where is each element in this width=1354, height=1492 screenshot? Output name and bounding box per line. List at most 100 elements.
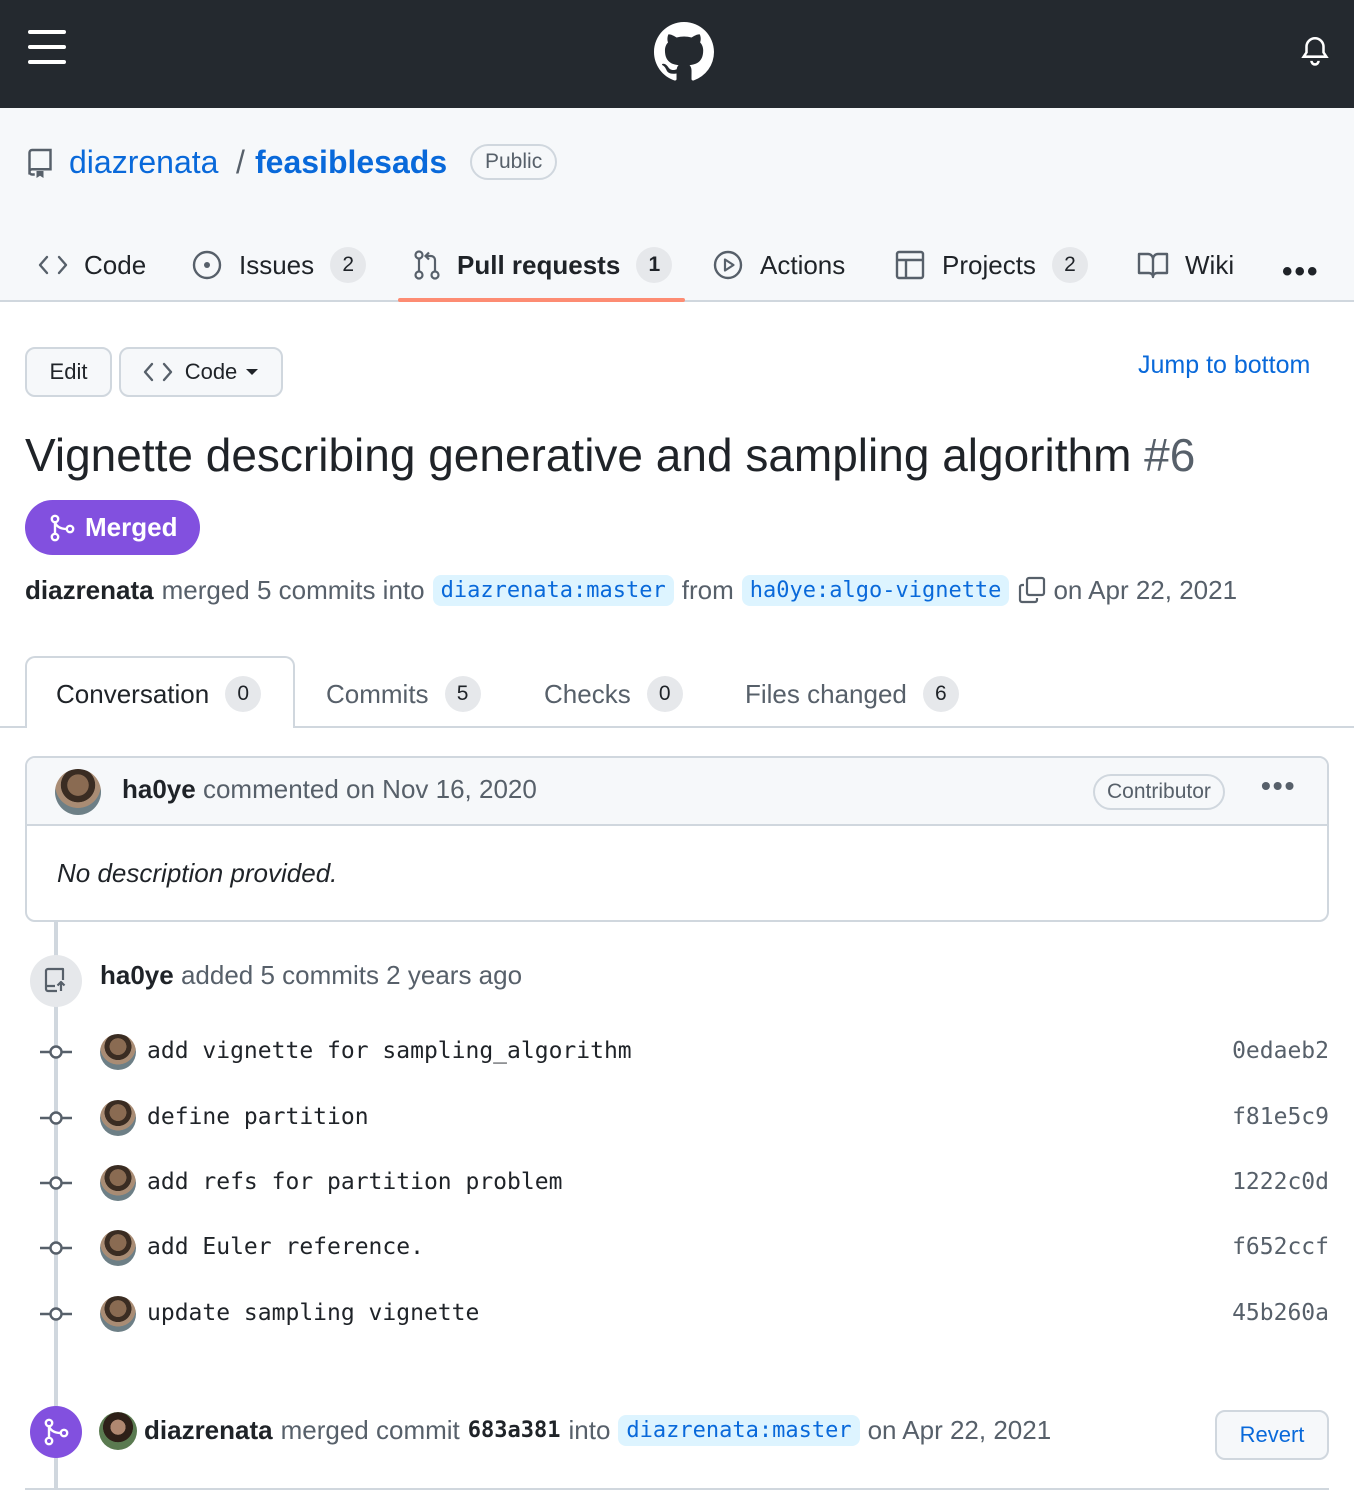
repo-push-icon: [30, 955, 82, 1007]
list-item: update sampling vignette 45b260a: [0, 1294, 1354, 1334]
head-branch-link[interactable]: ha0ye:algo-vignette: [741, 574, 1010, 606]
avatar[interactable]: [99, 1412, 137, 1450]
avatar[interactable]: [100, 1034, 136, 1070]
play-icon: [713, 250, 743, 280]
commit-message[interactable]: update sampling vignette: [147, 1300, 479, 1326]
from-text: from: [681, 574, 734, 605]
merge-commit-sha[interactable]: 683a381: [468, 1418, 561, 1443]
page-title: Vignette describing generative and sampl…: [25, 428, 1195, 482]
git-commit-icon: [40, 1307, 72, 1321]
merge-author-link[interactable]: diazrenata: [144, 1415, 273, 1446]
comment-author-line: ha0ye commented on Nov 16, 2020: [122, 774, 537, 805]
avatar[interactable]: [100, 1296, 136, 1332]
tab-commits-count: 5: [444, 676, 481, 712]
tab-commits[interactable]: Commits 5: [326, 674, 481, 714]
merge-date: on Apr 22, 2021: [1053, 574, 1238, 605]
code-button-label: Code: [184, 359, 238, 384]
pr-number: #6: [1144, 429, 1196, 481]
commit-message[interactable]: add Euler reference.: [147, 1234, 424, 1260]
git-merge-icon: [50, 514, 75, 541]
avatar[interactable]: [55, 769, 101, 815]
avatar[interactable]: [100, 1165, 136, 1201]
commit-message[interactable]: define partition: [147, 1104, 369, 1130]
nav-issues-label: Issues: [239, 249, 315, 280]
avatar[interactable]: [100, 1230, 136, 1266]
commit-sha[interactable]: 1222c0d: [1232, 1169, 1329, 1195]
copy-icon[interactable]: [1017, 575, 1047, 605]
nav-projects-count: 2: [1051, 247, 1088, 283]
repo-name-link[interactable]: feasiblesads: [255, 144, 447, 181]
nav-wiki[interactable]: Wiki: [1137, 228, 1234, 302]
nav-code-label: Code: [84, 249, 147, 280]
base-branch-link[interactable]: diazrenata:master: [432, 574, 674, 606]
github-logo-icon[interactable]: [654, 22, 714, 82]
git-commit-icon: [40, 1111, 72, 1125]
commit-message[interactable]: add refs for partition problem: [147, 1169, 562, 1195]
git-pull-request-icon: [414, 250, 440, 280]
commit-sha[interactable]: f81e5c9: [1232, 1104, 1329, 1130]
bell-icon[interactable]: [1298, 34, 1332, 68]
edit-button[interactable]: Edit: [25, 347, 112, 397]
tab-conversation[interactable]: Conversation 0: [56, 674, 262, 714]
comment-body: No description provided.: [57, 858, 338, 888]
issue-opened-icon: [192, 250, 222, 280]
code-icon: [143, 362, 172, 382]
nav-wiki-label: Wiki: [1185, 249, 1235, 280]
divider: [25, 1488, 1329, 1490]
nav-pull-requests-count: 1: [636, 247, 673, 283]
merged-text: merged 5 commits into: [161, 574, 425, 605]
status-badge: Merged: [25, 500, 200, 555]
caret-down-icon: [246, 369, 259, 375]
timeline-line-bottom: [54, 1456, 58, 1488]
commits-added-text: added 5 commits 2 years ago: [180, 960, 523, 990]
repo-owner-link[interactable]: diazrenata: [69, 144, 218, 181]
git-merge-icon: [30, 1406, 82, 1458]
merge-into-text: into: [568, 1414, 611, 1445]
nav-code[interactable]: Code: [38, 228, 146, 302]
commit-sha[interactable]: 45b260a: [1232, 1300, 1329, 1326]
commits-added-event: ha0ye added 5 commits 2 years ago: [100, 960, 522, 991]
commit-sha[interactable]: 0edaeb2: [1232, 1038, 1329, 1064]
nav-projects[interactable]: Projects 2: [894, 228, 1088, 302]
commit-message[interactable]: add vignette for sampling_algorithm: [147, 1038, 632, 1064]
list-item: add Euler reference. f652ccf: [0, 1228, 1354, 1268]
avatar[interactable]: [100, 1100, 136, 1136]
tab-commits-label: Commits: [326, 678, 429, 709]
top-header: [0, 0, 1354, 108]
repo-header: diazrenata / feasiblesads Public Code Is…: [0, 108, 1354, 302]
commit-sha[interactable]: f652ccf: [1232, 1234, 1329, 1260]
tab-conversation-count: 0: [225, 676, 262, 712]
list-item: define partition f81e5c9: [0, 1098, 1354, 1138]
commits-author-link[interactable]: ha0ye: [100, 960, 174, 990]
code-dropdown-button[interactable]: Code: [119, 347, 283, 397]
tab-files-changed[interactable]: Files changed 6: [745, 674, 959, 714]
comment-author-link[interactable]: ha0ye: [122, 774, 196, 804]
nav-pull-requests[interactable]: Pull requests 1: [413, 228, 673, 302]
active-tab-underline: [398, 298, 685, 302]
nav-actions-label: Actions: [760, 249, 846, 280]
tab-checks[interactable]: Checks 0: [544, 674, 683, 714]
repo-separator: /: [236, 144, 245, 180]
comment-menu-icon[interactable]: •••: [1261, 770, 1296, 802]
comment-box: ha0ye commented on Nov 16, 2020 Contribu…: [25, 756, 1329, 922]
hamburger-icon[interactable]: [28, 30, 66, 64]
code-icon: [38, 255, 68, 275]
merge-branch-link[interactable]: diazrenata:master: [618, 1414, 860, 1446]
tab-files-changed-label: Files changed: [745, 678, 907, 709]
merge-text: merged commit: [280, 1414, 460, 1445]
repo-nav: Code Issues 2 Pull requests 1 Actions Pr…: [0, 228, 1354, 302]
role-badge: Contributor: [1093, 774, 1225, 810]
nav-issues[interactable]: Issues 2: [191, 228, 367, 302]
revert-button[interactable]: Revert: [1215, 1410, 1329, 1460]
list-item: add refs for partition problem 1222c0d: [0, 1163, 1354, 1203]
merge-event-date: on Apr 22, 2021: [867, 1414, 1052, 1445]
nav-actions[interactable]: Actions: [712, 228, 845, 302]
jump-to-bottom-link[interactable]: Jump to bottom: [1138, 351, 1310, 380]
more-options-icon[interactable]: •••: [1282, 255, 1320, 289]
merger-link[interactable]: diazrenata: [25, 575, 154, 606]
git-commit-icon: [40, 1176, 72, 1190]
tab-checks-label: Checks: [544, 678, 631, 709]
nav-pull-requests-label: Pull requests: [457, 249, 621, 280]
git-commit-icon: [40, 1045, 72, 1059]
table-icon: [895, 250, 925, 280]
